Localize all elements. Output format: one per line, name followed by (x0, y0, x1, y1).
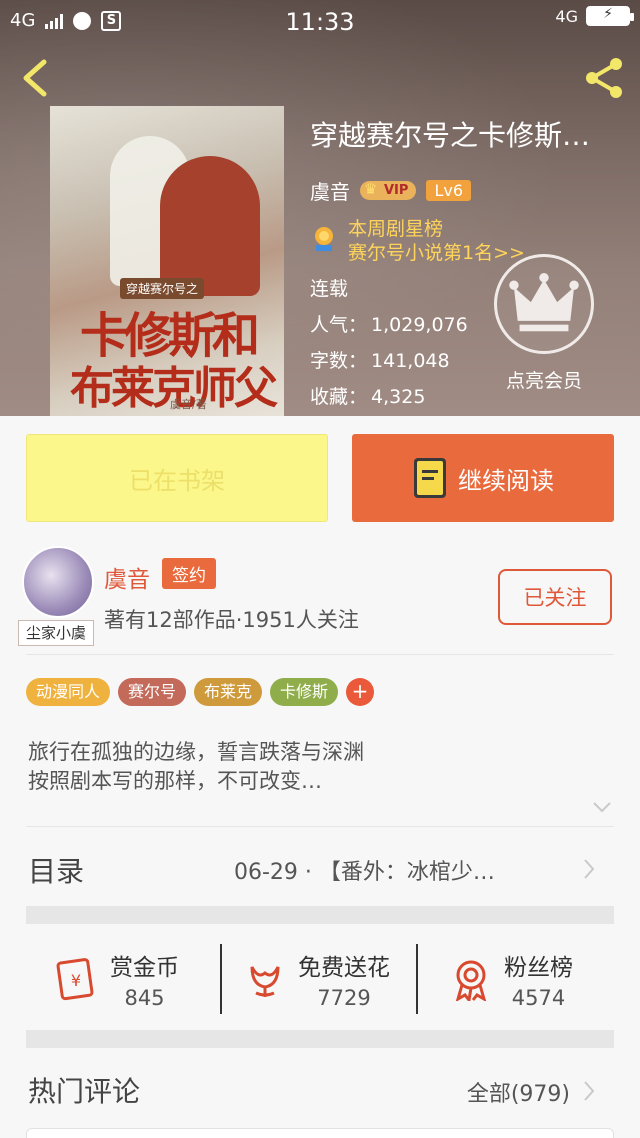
wordcount-value: 141,048 (371, 350, 450, 372)
author-description: 著有12部作品·1951人关注 (104, 608, 359, 632)
toc-label: 目录 (28, 855, 85, 888)
tag-item[interactable]: 卡修斯 (270, 678, 339, 706)
tip-coins-item[interactable]: ¥ 赏金币 845 (56, 944, 179, 1014)
author-row: 虞音 VIP Lv6 (310, 176, 630, 205)
chevron-down-icon[interactable] (592, 800, 612, 814)
main-content: 已在书架 继续阅读 尘家小虞 虞音 签约 著有12部作品·1951人关注 已关注… (0, 416, 640, 1138)
chevron-right-icon (584, 859, 595, 879)
book-cover[interactable]: 穿越赛尔号之 卡修斯和 布莱克师父 虞音/著 (50, 106, 284, 416)
hot-comments-title: 热门评论 (28, 1075, 141, 1108)
reward-value: 845 (124, 986, 165, 1010)
award-icon (315, 227, 333, 251)
tag-item[interactable]: 动漫同人 (26, 678, 111, 706)
reward-name: 免费送花 (298, 955, 390, 981)
book-icon (414, 458, 446, 498)
author-name[interactable]: 虞音 (310, 176, 350, 205)
network-label-right: 4G (555, 6, 578, 26)
favorites-label: 收藏： (310, 386, 368, 408)
vip-badge: VIP (360, 180, 417, 200)
reward-bar: ¥ 赏金币 845 免费送花 7729 粉丝榜 4574 (26, 926, 614, 1030)
signed-badge: 签约 (162, 558, 216, 589)
reward-name: 粉丝榜 (504, 955, 573, 981)
favorites-value: 4,325 (371, 386, 426, 408)
level-badge: Lv6 (426, 180, 471, 201)
cover-art-figure (160, 156, 260, 296)
popularity-value: 1,029,076 (371, 314, 468, 336)
medal-icon (455, 960, 487, 1001)
divider (26, 654, 614, 655)
divider (220, 944, 222, 1014)
fan-ranking-item[interactable]: 粉丝榜 4574 (450, 944, 573, 1014)
avatar[interactable] (22, 546, 94, 618)
tag-item[interactable]: 赛尔号 (118, 678, 187, 706)
author-card: 尘家小虞 虞音 签约 著有12部作品·1951人关注 已关注 (18, 542, 622, 654)
cover-author: 虞音/著 (170, 398, 207, 411)
divider (26, 826, 614, 827)
follow-button[interactable]: 已关注 (498, 569, 612, 625)
author-card-name[interactable]: 虞音 (104, 560, 150, 594)
svg-text:¥: ¥ (71, 971, 81, 990)
book-intro[interactable]: 旅行在孤独的边缘，誓言跌落与深渊 按照剧本写的那样，不可改变… (28, 738, 608, 796)
comment-card[interactable] (26, 1128, 614, 1138)
tag-list: 动漫同人 赛尔号 布莱克 卡修斯 + (26, 678, 375, 706)
all-comments-link[interactable]: 全部(979) (467, 1076, 570, 1108)
reward-value: 7729 (317, 986, 371, 1010)
free-flowers-item[interactable]: 免费送花 7729 (244, 944, 390, 1014)
latest-chapter: 06-29 · 【番外：冰棺少… (234, 860, 495, 885)
continue-reading-label: 继续阅读 (458, 466, 554, 495)
status-bar: 4G S 11:33 4G ⚡ (0, 0, 640, 44)
hot-comments-header: 热门评论 全部(979) (28, 1060, 612, 1120)
divider (416, 944, 418, 1014)
status-right: 4G ⚡ (555, 6, 634, 26)
chevron-right-icon[interactable] (582, 1080, 596, 1102)
crown-icon (509, 272, 579, 332)
battery-charging-icon: ⚡ (586, 6, 634, 26)
reward-name: 赏金币 (110, 955, 179, 981)
avatar-tag: 尘家小虞 (18, 620, 94, 646)
vip-badge-label: VIP (384, 183, 409, 198)
continue-reading-button[interactable]: 继续阅读 (352, 434, 614, 522)
section-separator (26, 906, 614, 924)
section-separator (26, 1030, 614, 1048)
table-of-contents-row[interactable]: 目录 06-29 · 【番外：冰棺少… (28, 828, 612, 910)
add-tag-button[interactable]: + (346, 678, 375, 706)
book-header: 4G S 11:33 4G ⚡ 穿越赛尔号之 卡修斯和 布莱克师父 虞音/著 穿… (0, 0, 640, 416)
clock: 11:33 (285, 8, 355, 36)
wordcount-label: 字数： (310, 350, 368, 372)
member-label[interactable]: 点亮会员 (484, 366, 604, 393)
share-icon[interactable] (580, 54, 628, 102)
member-button[interactable] (494, 254, 594, 354)
reward-value: 4574 (511, 986, 566, 1010)
flower-icon (250, 966, 280, 997)
chevron-left-icon[interactable] (14, 56, 58, 100)
book-title: 穿越赛尔号之卡修斯… (310, 119, 591, 152)
rank-title: 本周剧星榜 (348, 218, 444, 240)
intro-line: 旅行在孤独的边缘，誓言跌落与深渊 (28, 740, 364, 764)
tag-item[interactable]: 布莱克 (194, 678, 263, 706)
on-shelf-button[interactable]: 已在书架 (26, 434, 328, 522)
popularity-label: 人气： (310, 314, 368, 336)
intro-line: 按照剧本写的那样，不可改变… (28, 769, 322, 793)
coin-envelope-icon: ¥ (56, 958, 94, 1001)
